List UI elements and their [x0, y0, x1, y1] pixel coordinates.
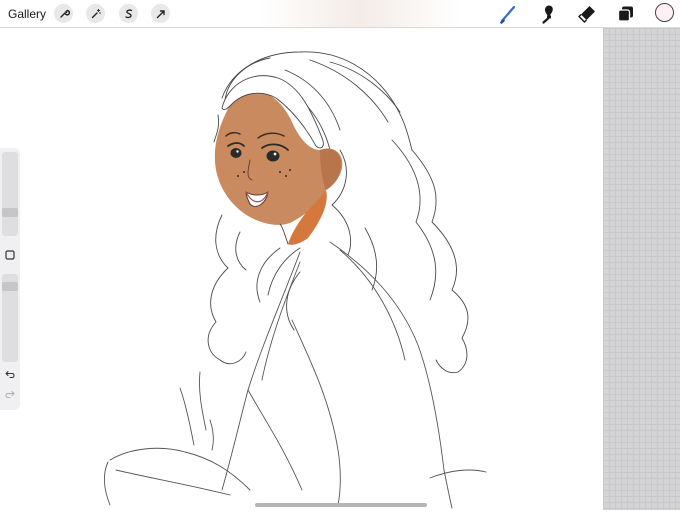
brush-icon[interactable] — [498, 3, 520, 25]
drawing-canvas[interactable] — [0, 28, 603, 510]
face — [214, 88, 343, 245]
brush-size-slider[interactable] — [2, 152, 18, 236]
gallery-button[interactable]: Gallery — [8, 7, 46, 21]
opacity-thumb[interactable] — [2, 282, 18, 291]
home-indicator[interactable] — [255, 503, 427, 507]
smudge-icon[interactable] — [537, 3, 559, 25]
undo-icon[interactable] — [2, 366, 18, 382]
sidebar — [0, 148, 20, 410]
brush-size-thumb[interactable] — [2, 208, 18, 217]
wrench-icon[interactable] — [54, 4, 73, 23]
opacity-slider[interactable] — [2, 274, 18, 362]
artwork — [103, 51, 487, 509]
transform-arrow-icon[interactable] — [151, 4, 170, 23]
toolbar-blur — [260, 0, 460, 27]
color-swatch[interactable] — [655, 3, 674, 22]
layers-icon[interactable] — [615, 3, 637, 25]
top-toolbar: Gallery — [0, 0, 680, 28]
redo-icon[interactable] — [2, 386, 18, 402]
body-sketch — [103, 241, 487, 509]
selection-icon[interactable] — [119, 4, 138, 23]
eraser-icon[interactable] — [576, 3, 598, 25]
modify-square-button[interactable] — [2, 247, 18, 263]
magic-wand-icon[interactable] — [86, 4, 105, 23]
reference-panel — [603, 28, 680, 510]
